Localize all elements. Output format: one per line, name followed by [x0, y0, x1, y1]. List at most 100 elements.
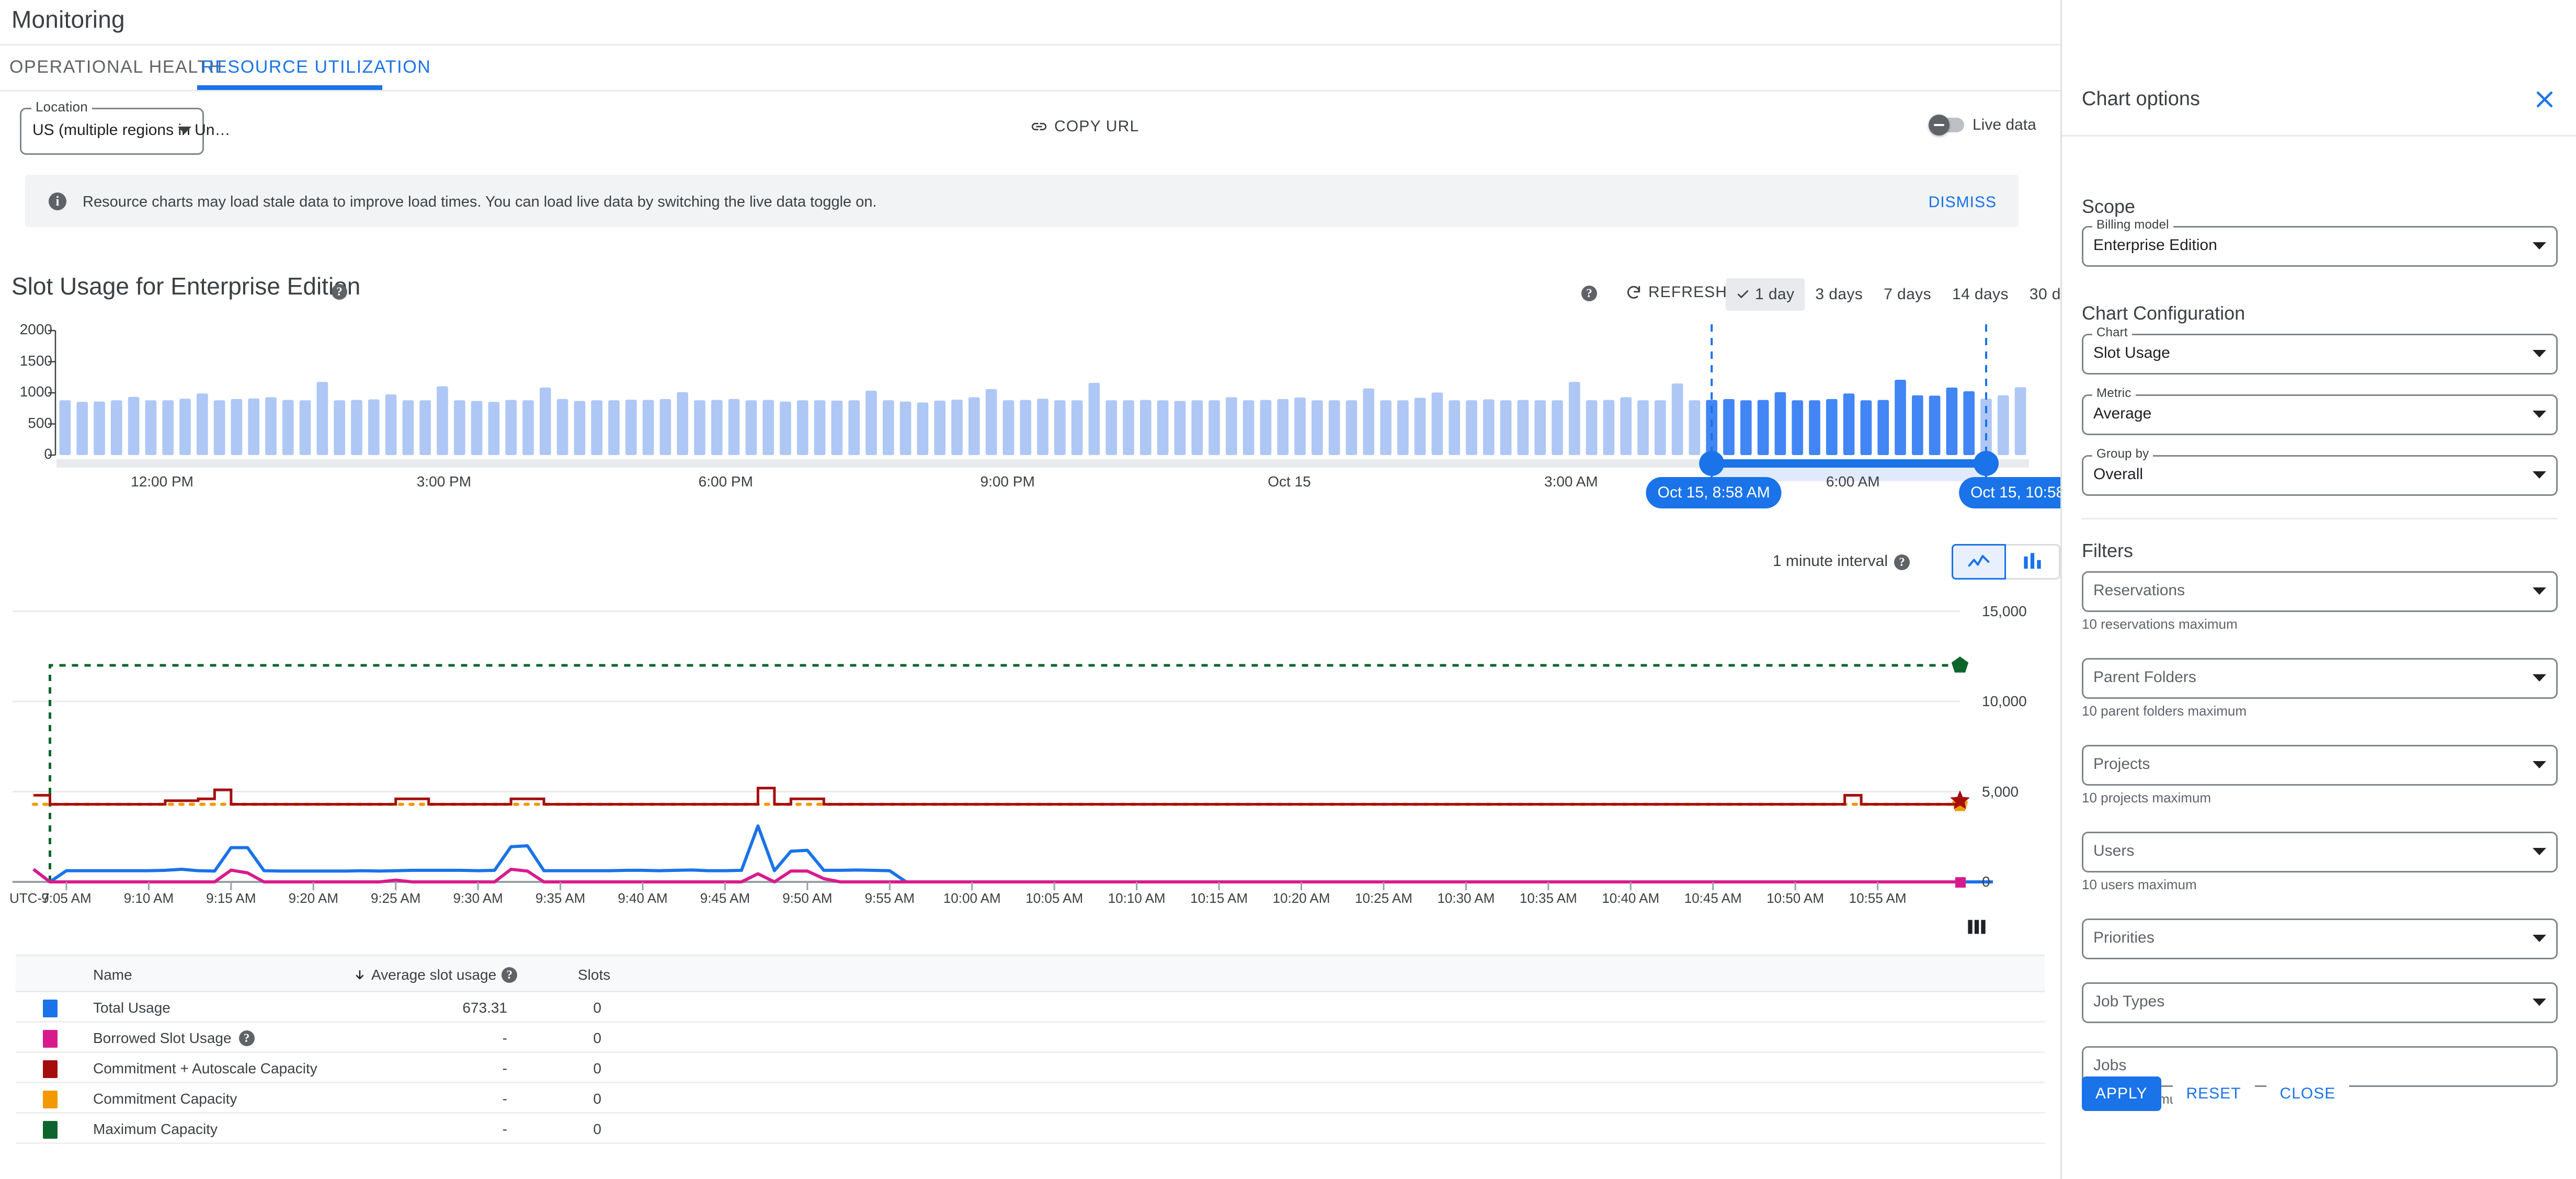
- close-button[interactable]: CLOSE: [2266, 1076, 2350, 1111]
- live-data-label: Live data: [1973, 116, 2036, 133]
- table-row[interactable]: Commitment + Autoscale Capacity - 0: [16, 1053, 2045, 1083]
- table-row[interactable]: Maximum Capacity - 0: [16, 1114, 2045, 1144]
- page-title: Monitoring: [12, 6, 125, 33]
- metric-select-outline: [2082, 394, 2558, 435]
- reset-button[interactable]: RESET: [2172, 1076, 2255, 1111]
- filter-placeholder: Priorities: [2093, 929, 2155, 946]
- bar-chart-icon: [2023, 553, 2041, 569]
- detail-x-tick-label: 9:55 AM: [864, 890, 915, 906]
- brush-start-label[interactable]: Oct 15, 8:58 AM: [1646, 477, 1782, 508]
- series-color-swatch[interactable]: [43, 1091, 58, 1108]
- chart-select[interactable]: Chart Slot Usage: [2082, 325, 2558, 375]
- chevron-down-icon: [2533, 761, 2546, 768]
- copy-url-button[interactable]: COPY URL: [1030, 118, 1139, 135]
- refresh-button[interactable]: REFRESH: [1625, 284, 1727, 301]
- cell-series-name: Maximum Capacity: [93, 1121, 218, 1138]
- cell-slots: 0: [593, 1000, 601, 1016]
- filter-placeholder: Projects: [2093, 755, 2150, 773]
- chart-select-value: Slot Usage: [2093, 344, 2170, 361]
- table-header: Name Average slot usage ? Slots: [16, 955, 2045, 992]
- series-name-text: Commitment + Autoscale Capacity: [93, 1060, 317, 1076]
- detail-x-tick-label: 9:50 AM: [782, 890, 833, 906]
- column-header-name[interactable]: Name: [93, 967, 132, 983]
- line-view-button[interactable]: [1952, 544, 2006, 580]
- chart-configuration-heading: Chart Configuration: [2082, 302, 2246, 324]
- filter-hint: 10 users maximum: [2082, 877, 2197, 892]
- location-select[interactable]: Location US (multiple regions in Un…: [20, 99, 230, 155]
- group-by-select[interactable]: Group by Overall: [2082, 447, 2558, 496]
- chart-select-label: Chart: [2092, 325, 2132, 340]
- series-table: Name Average slot usage ? Slots Total Us…: [16, 955, 2045, 1144]
- series-color-swatch[interactable]: [43, 1121, 58, 1139]
- refresh-label: REFRESH: [1648, 284, 1728, 301]
- table-row[interactable]: Total Usage 673.31 0: [16, 992, 2045, 1023]
- group-by-label: Group by: [2092, 447, 2153, 461]
- cell-average-slot-usage: -: [502, 1060, 507, 1076]
- filter-priorities[interactable]: Priorities: [2082, 919, 2558, 959]
- dismiss-button[interactable]: DISMISS: [1929, 194, 1997, 211]
- table-row[interactable]: Commitment Capacity - 0: [16, 1083, 2045, 1114]
- tab-operational-health[interactable]: OPERATIONAL HEALTH: [9, 46, 223, 88]
- overview-x-tick-label: 9:00 PM: [980, 473, 1035, 490]
- close-icon[interactable]: [2533, 88, 2556, 111]
- filter-projects[interactable]: Projects: [2082, 745, 2558, 786]
- group-by-value: Overall: [2093, 466, 2144, 483]
- filter-outline: [2082, 832, 2558, 872]
- group-by-outline: [2082, 455, 2558, 496]
- detail-x-tick-label: 10:50 AM: [1766, 890, 1825, 906]
- range-1-day[interactable]: 1 day: [1726, 278, 1805, 311]
- column-header-average-slot-usage[interactable]: Average slot usage ?: [354, 967, 518, 983]
- column-header-slots[interactable]: Slots: [578, 967, 610, 983]
- detail-x-tick-label: 9:15 AM: [206, 890, 256, 906]
- apply-button[interactable]: APPLY: [2082, 1076, 2161, 1111]
- tab-resource-utilization[interactable]: RESOURCE UTILIZATION: [201, 46, 431, 88]
- series-name-text: Maximum Capacity: [93, 1121, 218, 1137]
- live-data-control[interactable]: Live data: [1929, 115, 2036, 135]
- filter-reservations[interactable]: Reservations: [2082, 571, 2558, 612]
- filter-job-types[interactable]: Job Types: [2082, 982, 2558, 1023]
- legend-toggle-button[interactable]: [1966, 918, 1987, 938]
- chevron-down-icon: [178, 127, 191, 134]
- chart-title: Slot Usage for Enterprise Edition: [12, 273, 361, 300]
- detail-x-tick-label: 9:40 AM: [618, 890, 668, 906]
- range-1-day-label: 1 day: [1755, 286, 1795, 303]
- series-color-swatch[interactable]: [43, 1030, 58, 1048]
- series-color-swatch[interactable]: [43, 1060, 58, 1078]
- detail-y-tick-label: 5,000: [1982, 783, 2019, 800]
- filter-outline: [2082, 745, 2558, 786]
- time-range-group: 1 day 3 days 7 days 14 days 30 days: [1726, 278, 2096, 311]
- live-data-toggle[interactable]: [1929, 115, 1964, 135]
- chevron-down-icon: [2533, 999, 2546, 1006]
- filter-placeholder: Reservations: [2093, 582, 2185, 599]
- detail-x-tick-label: 9:45 AM: [700, 890, 750, 906]
- range-7-days[interactable]: 7 days: [1873, 278, 1942, 311]
- borrowed-slot-usage-help-icon[interactable]: ?: [238, 1030, 255, 1046]
- average-slot-usage-help-icon[interactable]: ?: [501, 967, 518, 983]
- detail-x-tick-label: 10:25 AM: [1355, 890, 1412, 906]
- overview-bar-chart[interactable]: 2000 1500 1000 500 0: [0, 321, 2060, 505]
- range-3-days[interactable]: 3 days: [1805, 278, 1873, 311]
- series-color-swatch[interactable]: [43, 1000, 58, 1017]
- overview-y-tick: 500: [28, 414, 52, 431]
- table-row[interactable]: Borrowed Slot Usage? - 0: [16, 1023, 2045, 1053]
- filter-hint: 10 reservations maximum: [2082, 616, 2238, 632]
- range-14-days[interactable]: 14 days: [1942, 278, 2019, 311]
- chart-title-help-icon[interactable]: ?: [332, 284, 347, 300]
- bar-view-button[interactable]: [2006, 544, 2060, 580]
- billing-model-select[interactable]: Billing model Enterprise Edition: [2082, 218, 2558, 267]
- filter-users[interactable]: Users: [2082, 832, 2558, 872]
- overview-chart-canvas: [48, 324, 2029, 505]
- tab-bar: OPERATIONAL HEALTH RESOURCE UTILIZATION: [0, 46, 2060, 88]
- monitoring-page: Monitoring OPERATIONAL HEALTH RESOURCE U…: [0, 0, 2576, 1179]
- copy-url-label: COPY URL: [1054, 118, 1139, 135]
- filter-parent-folders[interactable]: Parent Folders: [2082, 658, 2558, 699]
- panel-actions: APPLY RESET CLOSE: [2082, 1076, 2350, 1111]
- detail-line-chart[interactable]: [0, 586, 2060, 910]
- chart-controls-help-icon[interactable]: ?: [1581, 286, 1597, 301]
- detail-x-tick-label: 10:05 AM: [1025, 890, 1084, 906]
- stale-data-notice: i Resource charts may load stale data to…: [25, 175, 2019, 227]
- metric-select[interactable]: Metric Average: [2082, 386, 2558, 435]
- table-body: Total Usage 673.31 0 Borrowed Slot Usage? - 0…: [16, 992, 2045, 1144]
- interval-help-icon[interactable]: ?: [1894, 554, 1910, 570]
- notice-text: Resource charts may load stale data to i…: [83, 194, 877, 210]
